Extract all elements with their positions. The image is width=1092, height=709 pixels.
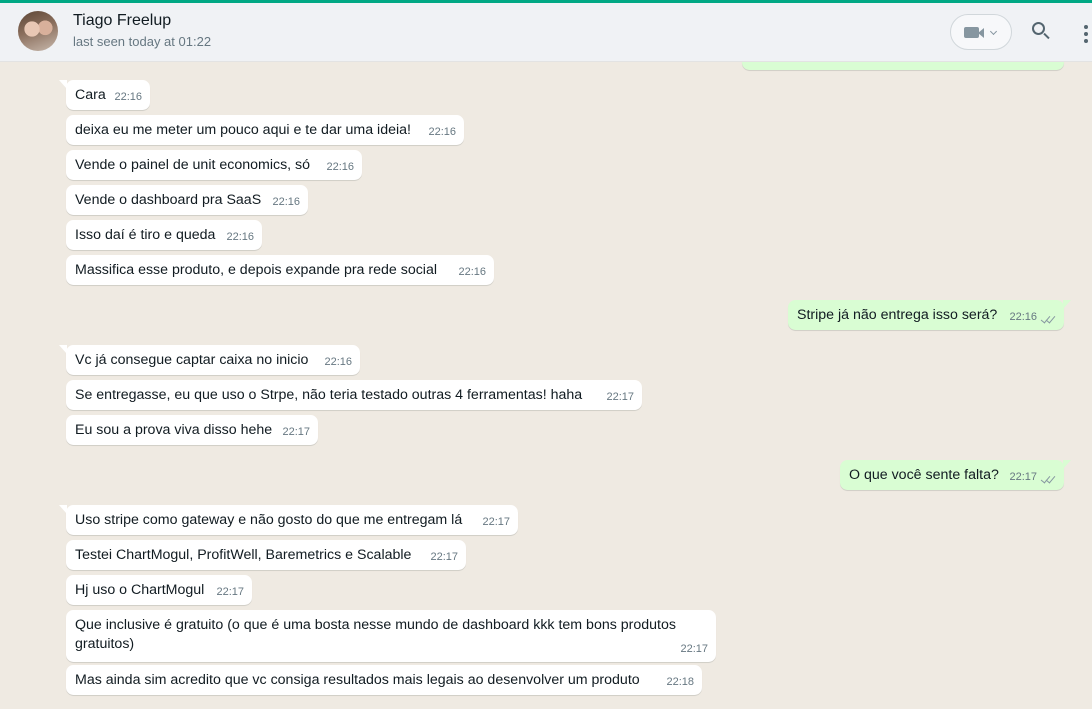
message-text: Uso stripe como gateway e não gosto do q… [75, 512, 463, 528]
message-time: 22:16 [458, 266, 486, 278]
message-time: 22:17 [482, 516, 510, 528]
message-time: 22:16 [324, 356, 352, 368]
message-time: 22:16 [428, 126, 456, 138]
incoming-message[interactable]: Vc já consegue captar caixa no inicio 22… [59, 345, 360, 375]
incoming-message[interactable]: Isso daí é tiro e queda 22:16 [66, 220, 262, 250]
video-call-icon [964, 27, 979, 38]
message-text: O que você sente falta? [849, 467, 999, 483]
outgoing-message[interactable]: Stripe já não entrega isso será? 22:16 [788, 300, 1071, 330]
message-time: 22:16 [1009, 311, 1037, 323]
message-text: Eu sou a prova viva disso hehe [75, 422, 273, 438]
message-time: 22:16 [326, 161, 354, 173]
message-text: Massifica esse produto, e depois expande… [75, 262, 437, 278]
message-time: 22:17 [430, 551, 458, 563]
message-text: Vende o painel de unit economics, só [75, 157, 311, 173]
message-text: Isso daí é tiro e queda [75, 227, 216, 243]
incoming-message[interactable]: Eu sou a prova viva disso hehe 22:17 [66, 415, 318, 445]
chevron-down-icon [989, 27, 998, 36]
incoming-message[interactable]: Mas ainda sim acredito que vc consiga re… [66, 665, 702, 695]
message-time: 22:16 [272, 196, 300, 208]
video-camera-lens-icon [978, 28, 984, 38]
message-text: deixa eu me meter um pouco aqui e te dar… [75, 122, 411, 138]
last-seen-status: last seen today at 01:22 [73, 34, 212, 49]
message-time: 22:17 [216, 586, 244, 598]
message-time: 22:18 [666, 676, 694, 688]
incoming-message[interactable]: Vende o dashboard pra SaaS 22:16 [66, 185, 308, 215]
incoming-message[interactable]: Hj uso o ChartMogul 22:17 [66, 575, 252, 605]
contact-name[interactable]: Tiago Freelup [73, 12, 171, 30]
message-time: 22:17 [282, 426, 310, 438]
message-time: 22:17 [606, 391, 634, 403]
message-text: Stripe já não entrega isso será? [797, 307, 998, 323]
incoming-message[interactable]: Cara 22:16 [59, 80, 150, 110]
menu-button[interactable] [1084, 25, 1092, 45]
message-list[interactable]: Cara 22:16 deixa eu me meter um pouco aq… [0, 62, 1092, 709]
read-receipt-icon [1040, 474, 1056, 484]
menu-icon [1084, 25, 1088, 29]
message-time: 22:17 [1009, 471, 1037, 483]
incoming-message[interactable]: Que inclusive é gratuito (o que é uma bo… [66, 610, 716, 662]
outgoing-message[interactable]: O que você sente falta? 22:17 [840, 460, 1071, 490]
incoming-message[interactable]: deixa eu me meter um pouco aqui e te dar… [66, 115, 464, 145]
message-text: Testei ChartMogul, ProfitWell, Baremetri… [75, 547, 412, 563]
message-text: Vende o dashboard pra SaaS [75, 192, 262, 208]
incoming-message[interactable]: Massifica esse produto, e depois expande… [66, 255, 494, 285]
chat-header: Tiago Freelup last seen today at 01:22 [0, 3, 1092, 62]
message-text: Que inclusive é gratuito (o que é uma bo… [75, 617, 676, 652]
incoming-message[interactable]: Se entregasse, eu que uso o Strpe, não t… [66, 380, 642, 410]
message-time: 22:16 [114, 91, 142, 103]
message-text: Se entregasse, eu que uso o Strpe, não t… [75, 387, 583, 403]
message-text: Mas ainda sim acredito que vc consiga re… [75, 672, 640, 688]
contact-avatar[interactable] [18, 11, 58, 51]
message-time: 22:16 [226, 231, 254, 243]
outgoing-message-partial [742, 62, 1064, 70]
search-button[interactable] [1030, 21, 1052, 43]
incoming-message[interactable]: Testei ChartMogul, ProfitWell, Baremetri… [66, 540, 466, 570]
read-receipt-icon [1040, 314, 1056, 324]
message-time: 22:17 [680, 643, 708, 655]
video-call-button[interactable] [950, 14, 1012, 50]
message-text: Cara [75, 87, 106, 103]
incoming-message[interactable]: Vende o painel de unit economics, só 22:… [66, 150, 362, 180]
message-text: Hj uso o ChartMogul [75, 582, 205, 598]
incoming-message[interactable]: Uso stripe como gateway e não gosto do q… [59, 505, 518, 535]
message-text: Vc já consegue captar caixa no inicio [75, 352, 309, 368]
